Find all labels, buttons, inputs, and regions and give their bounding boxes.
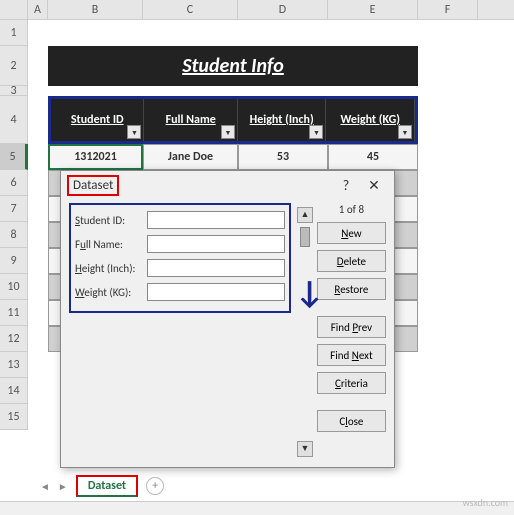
row-header-15[interactable]: 15 — [0, 404, 28, 430]
help-icon[interactable]: ? — [332, 177, 360, 194]
row-header-14[interactable]: 14 — [0, 378, 28, 404]
criteria-button[interactable]: Criteria — [317, 372, 386, 394]
record-counter: 1 of 8 — [317, 203, 386, 216]
scroll-down-icon[interactable]: ▼ — [297, 441, 313, 457]
cell-name[interactable]: Jane Doe — [143, 144, 238, 170]
col-header-a[interactable]: A — [28, 0, 48, 19]
row-header-10[interactable]: 10 — [0, 274, 28, 300]
input-weight[interactable] — [147, 283, 285, 301]
col-header-f[interactable]: F — [418, 0, 478, 19]
row-headers: 1 2 3 4 5 6 7 8 9 10 11 12 13 14 15 — [0, 20, 28, 430]
watermark: wsxdn.com — [463, 496, 508, 509]
record-scrollbar[interactable]: ▲ ↓ ▼ — [297, 203, 311, 461]
row-header-4[interactable]: 4 — [0, 96, 28, 144]
data-form-dialog: Dataset ? ✕ Student ID: Full Name: Heigh… — [60, 170, 395, 468]
input-full-name[interactable] — [147, 235, 285, 253]
cell-weight[interactable]: 45 — [328, 144, 418, 170]
find-prev-button[interactable]: Find Prev — [317, 316, 386, 338]
filter-icon[interactable]: ▼ — [309, 125, 323, 139]
row-header-9[interactable]: 9 — [0, 248, 28, 274]
header-full-name[interactable]: Full Name▼ — [144, 99, 237, 141]
dialog-title: Dataset — [67, 175, 119, 196]
input-height[interactable] — [147, 259, 285, 277]
sheet-tab-dataset[interactable]: Dataset — [76, 475, 138, 497]
close-icon[interactable]: ✕ — [360, 177, 388, 194]
horizontal-scrollbar[interactable] — [0, 501, 514, 515]
filter-icon[interactable]: ▼ — [221, 125, 235, 139]
row-header-12[interactable]: 12 — [0, 326, 28, 352]
delete-button[interactable]: Delete — [317, 250, 386, 272]
form-buttons: 1 of 8 New Delete Restore Find Prev Find… — [317, 203, 386, 461]
table-row[interactable]: 1312021 Jane Doe 53 45 — [48, 144, 418, 170]
tab-nav-prev-icon[interactable]: ◄ — [40, 480, 50, 493]
input-student-id[interactable] — [147, 211, 285, 229]
find-next-button[interactable]: Find Next — [317, 344, 386, 366]
tab-nav-next-icon[interactable]: ► — [58, 480, 68, 493]
close-button[interactable]: Close — [317, 410, 386, 432]
sheet-tabs: ◄ ► Dataset + — [40, 475, 164, 497]
header-student-id[interactable]: Student ID▼ — [51, 99, 144, 141]
filter-icon[interactable]: ▼ — [398, 125, 412, 139]
title-banner: Student Info — [48, 46, 418, 86]
header-weight[interactable]: Weight (KG)▼ — [326, 99, 415, 141]
form-fields: Student ID: Full Name: Height (Inch): We… — [69, 203, 291, 313]
row-header-13[interactable]: 13 — [0, 352, 28, 378]
filter-icon[interactable]: ▼ — [127, 125, 141, 139]
row-header-2[interactable]: 2 — [0, 46, 28, 86]
dialog-titlebar[interactable]: Dataset ? ✕ — [61, 171, 394, 199]
col-header-c[interactable]: C — [143, 0, 238, 19]
row-header-5[interactable]: 5 — [0, 144, 28, 170]
row-header-8[interactable]: 8 — [0, 222, 28, 248]
restore-button[interactable]: Restore — [317, 278, 386, 300]
cell-height[interactable]: 53 — [238, 144, 328, 170]
col-header-b[interactable]: B — [48, 0, 143, 19]
label-student-id: Student ID: — [75, 214, 147, 227]
col-header-e[interactable]: E — [328, 0, 418, 19]
label-height: Height (Inch): — [75, 262, 147, 275]
new-button[interactable]: New — [317, 222, 386, 244]
label-weight: Weight (KG): — [75, 286, 147, 299]
scroll-thumb[interactable] — [300, 227, 310, 247]
label-full-name: Full Name: — [75, 238, 147, 251]
col-header-d[interactable]: D — [238, 0, 328, 19]
table-header: Student ID▼ Full Name▼ Height (Inch)▼ We… — [48, 96, 418, 144]
row-header-11[interactable]: 11 — [0, 300, 28, 326]
scroll-up-icon[interactable]: ▲ — [297, 207, 313, 223]
arrow-annotation-icon: ↓ — [295, 273, 324, 312]
row-header-7[interactable]: 7 — [0, 196, 28, 222]
row-header-3[interactable]: 3 — [0, 86, 28, 96]
row-header-6[interactable]: 6 — [0, 170, 28, 196]
cell-id[interactable]: 1312021 — [48, 144, 143, 170]
column-headers: A B C D E F — [0, 0, 514, 20]
add-sheet-icon[interactable]: + — [146, 477, 164, 495]
header-height[interactable]: Height (Inch)▼ — [238, 99, 327, 141]
row-header-1[interactable]: 1 — [0, 20, 28, 46]
